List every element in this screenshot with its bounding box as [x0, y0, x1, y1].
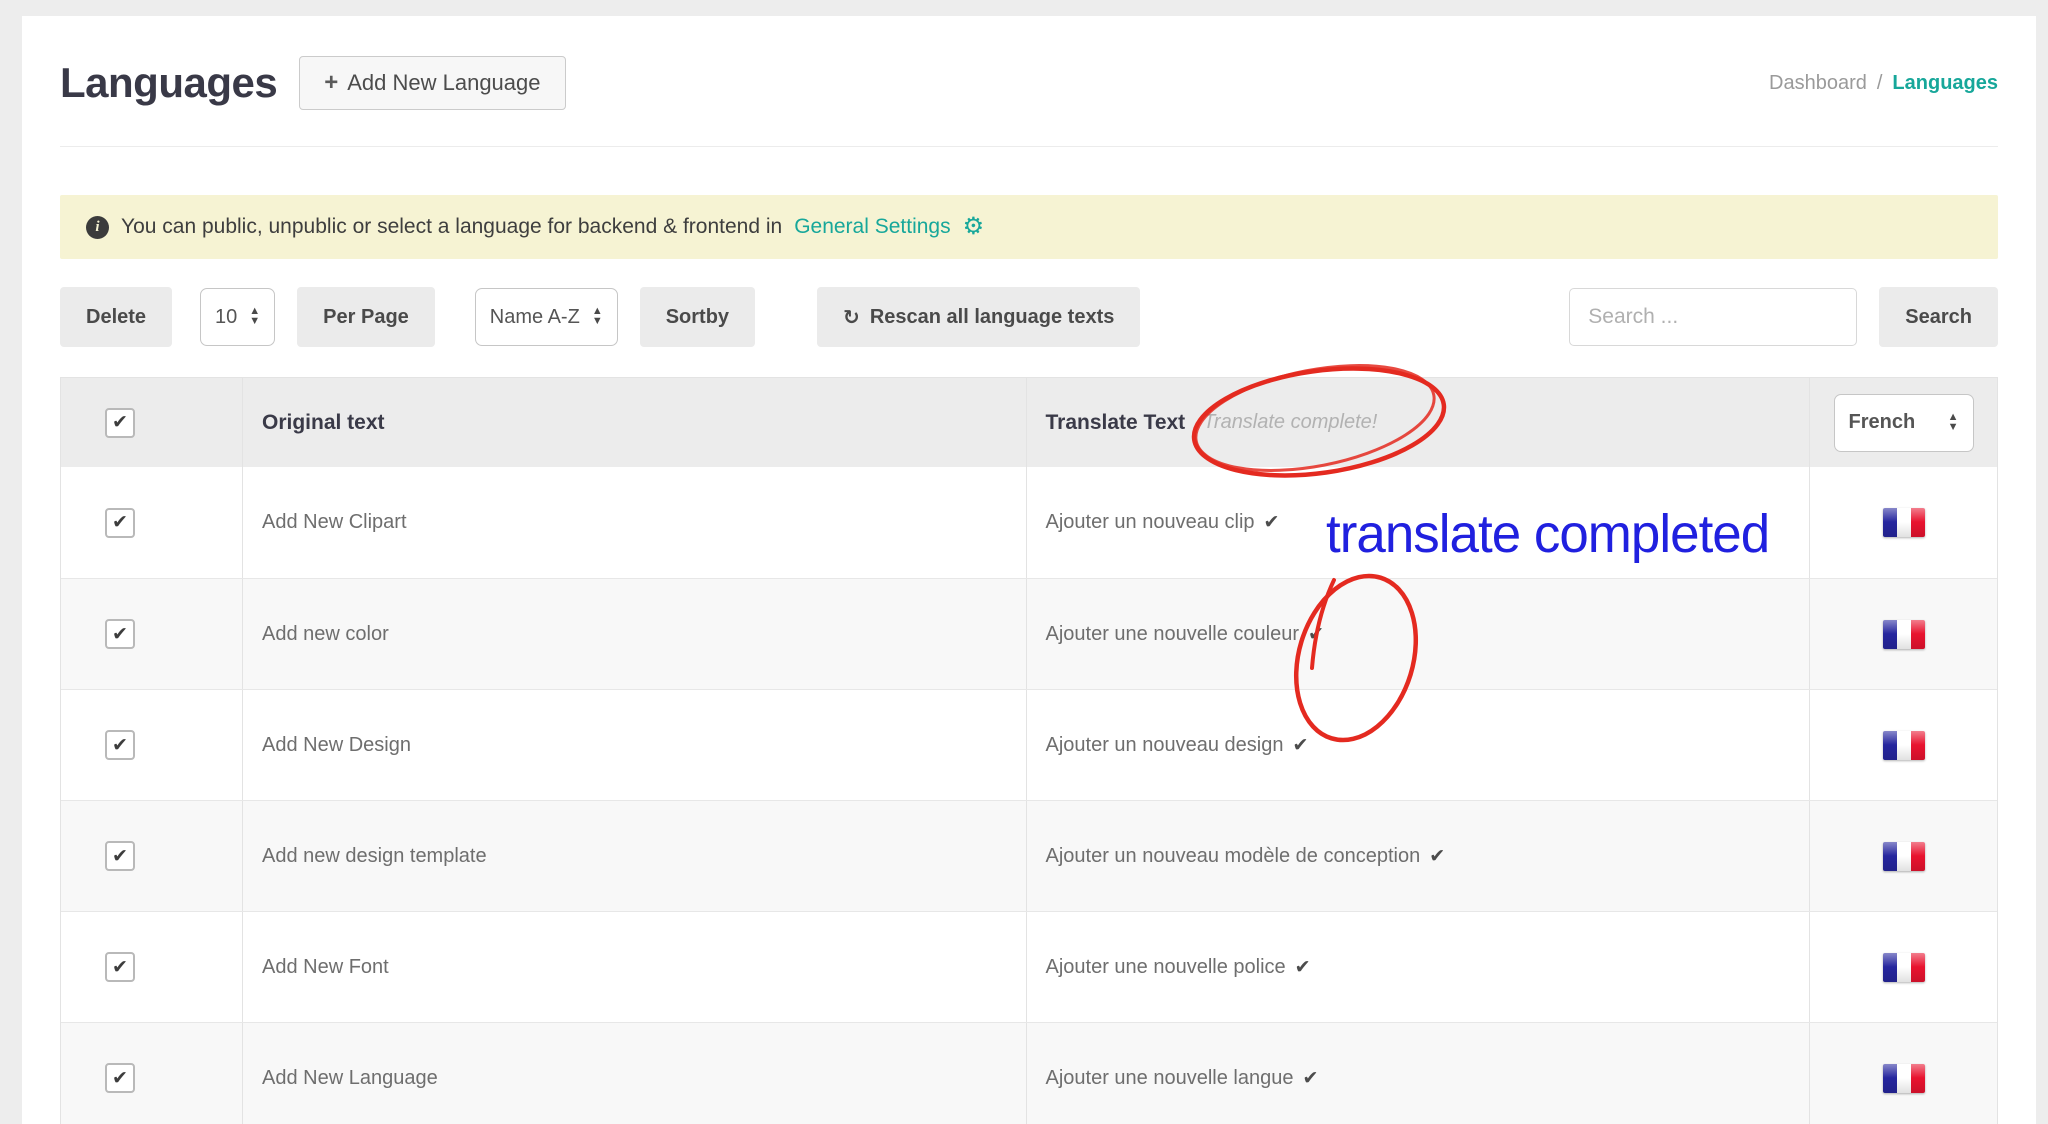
check-icon: ✔ [112, 958, 128, 977]
row-original-text: Add New Design [262, 734, 411, 757]
check-icon: ✔ [112, 1069, 128, 1088]
breadcrumb-languages: Languages [1892, 72, 1998, 95]
sort-select-value: Name A-Z [490, 306, 580, 329]
table-body: ✔ Add New Clipart Ajouter un nouveau cli… [61, 467, 1997, 1124]
content-card: Languages + Add New Language Dashboard /… [22, 16, 2036, 1124]
translations-table: ✔ Original text Translate Text Translate… [60, 377, 1998, 1124]
sort-select[interactable]: Name A-Z ▲▼ [475, 288, 618, 346]
gear-icon[interactable]: ⚙ [963, 215, 985, 239]
rescan-label: Rescan all language texts [870, 306, 1115, 329]
row-translation-text: Ajouter une nouvelle langue [1046, 1067, 1294, 1090]
original-text-header: Original text [262, 411, 385, 435]
row-original-text: Add New Clipart [262, 511, 407, 534]
breadcrumb-dashboard[interactable]: Dashboard [1769, 72, 1867, 95]
check-icon: ✔ [112, 736, 128, 755]
check-icon: ✔ [112, 625, 128, 644]
row-original-text: Add New Font [262, 956, 389, 979]
row-translation-text: Ajouter un nouveau design [1046, 734, 1284, 757]
translated-check-icon: ✔ [1295, 956, 1311, 979]
per-page-button[interactable]: Per Page [297, 287, 435, 347]
row-checkbox[interactable]: ✔ [105, 508, 135, 538]
plus-icon: + [324, 69, 338, 97]
check-icon: ✔ [112, 847, 128, 866]
row-checkbox[interactable]: ✔ [105, 1063, 135, 1093]
row-translation-text: Ajouter une nouvelle couleur [1046, 623, 1300, 646]
table-row: ✔ Add New Clipart Ajouter un nouveau cli… [61, 467, 1997, 578]
per-page-select[interactable]: 10 ▲▼ [200, 288, 275, 346]
page-header: Languages + Add New Language Dashboard /… [60, 16, 1998, 147]
add-new-language-label: Add New Language [347, 70, 540, 96]
row-original-text: Add new design template [262, 845, 487, 868]
row-translation-text: Ajouter un nouveau modèle de conception [1046, 845, 1421, 868]
language-select[interactable]: French ▲▼ [1834, 394, 1974, 452]
delete-button[interactable]: Delete [60, 287, 172, 347]
translate-complete-hint: Translate complete! [1203, 411, 1377, 434]
translate-text-header: Translate Text [1046, 411, 1186, 435]
check-icon: ✔ [112, 413, 128, 432]
france-flag-icon [1883, 1064, 1925, 1093]
add-new-language-button[interactable]: + Add New Language [299, 56, 565, 110]
row-checkbox[interactable]: ✔ [105, 730, 135, 760]
caret-updown-icon: ▲▼ [592, 307, 603, 327]
search-input[interactable] [1569, 288, 1857, 346]
france-flag-icon [1883, 508, 1925, 537]
search-button[interactable]: Search [1879, 287, 1998, 347]
translated-check-icon: ✔ [1302, 1067, 1318, 1090]
table-header-row: ✔ Original text Translate Text Translate… [61, 378, 1997, 467]
table-row: ✔ Add new color Ajouter une nouvelle cou… [61, 578, 1997, 689]
language-select-value: French [1849, 411, 1916, 434]
row-checkbox[interactable]: ✔ [105, 952, 135, 982]
rescan-button[interactable]: ↻ Rescan all language texts [817, 287, 1140, 347]
general-settings-link[interactable]: General Settings [794, 215, 950, 239]
table-row: ✔ Add New Language Ajouter une nouvelle … [61, 1022, 1997, 1124]
row-translation-text: Ajouter un nouveau clip [1046, 511, 1255, 534]
breadcrumb-separator: / [1877, 72, 1883, 95]
sortby-button[interactable]: Sortby [640, 287, 755, 347]
page-title: Languages [60, 59, 277, 107]
row-translation-text: Ajouter une nouvelle police [1046, 956, 1286, 979]
per-page-select-value: 10 [215, 306, 237, 329]
info-icon: i [86, 216, 109, 239]
translated-check-icon: ✔ [1264, 511, 1280, 534]
row-original-text: Add New Language [262, 1067, 438, 1090]
refresh-icon: ↻ [843, 305, 860, 330]
check-icon: ✔ [112, 513, 128, 532]
select-all-checkbox[interactable]: ✔ [105, 408, 135, 438]
toolbar: Delete 10 ▲▼ Per Page Name A-Z ▲▼ Sortby… [60, 286, 1998, 348]
translated-check-icon: ✔ [1292, 734, 1308, 757]
row-original-text: Add new color [262, 623, 389, 646]
table-row: ✔ Add New Design Ajouter un nouveau desi… [61, 689, 1997, 800]
france-flag-icon [1883, 731, 1925, 760]
translated-check-icon: ✔ [1308, 623, 1324, 646]
table-row: ✔ Add new design template Ajouter un nou… [61, 800, 1997, 911]
row-checkbox[interactable]: ✔ [105, 619, 135, 649]
translated-check-icon: ✔ [1429, 845, 1445, 868]
info-bar: i You can public, unpublic or select a l… [60, 195, 1998, 259]
caret-updown-icon: ▲▼ [1948, 413, 1959, 433]
breadcrumb: Dashboard / Languages [1769, 72, 1998, 95]
france-flag-icon [1883, 842, 1925, 871]
row-checkbox[interactable]: ✔ [105, 841, 135, 871]
table-row: ✔ Add New Font Ajouter une nouvelle poli… [61, 911, 1997, 1022]
france-flag-icon [1883, 620, 1925, 649]
info-text: You can public, unpublic or select a lan… [121, 215, 782, 239]
caret-updown-icon: ▲▼ [249, 307, 260, 327]
france-flag-icon [1883, 953, 1925, 982]
